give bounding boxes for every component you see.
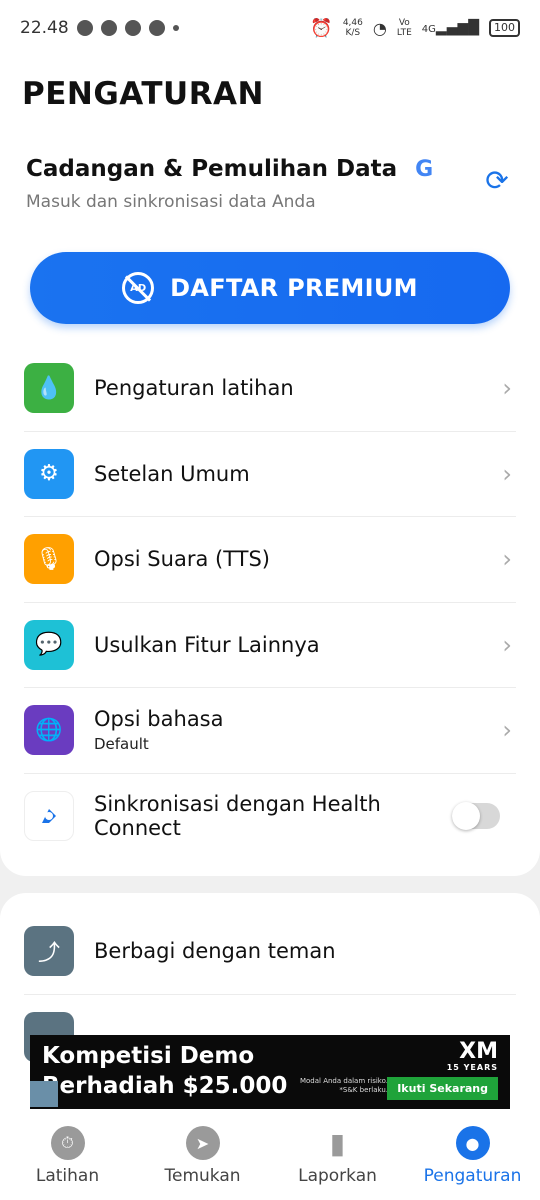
xm-logo: XM 15 YEARS bbox=[446, 1039, 498, 1073]
alarm-icon: ⏰ bbox=[310, 17, 333, 39]
nav-label: Temukan bbox=[164, 1166, 241, 1186]
nav-label: Latihan bbox=[35, 1166, 100, 1186]
microphone-icon: 🎙 bbox=[24, 534, 74, 585]
menu-label: Usulkan Fitur Lainnya bbox=[94, 632, 320, 657]
health-connect-icon bbox=[24, 791, 74, 842]
menu-label: Pengaturan latihan bbox=[94, 376, 294, 401]
status-time: 22.48 bbox=[20, 18, 69, 38]
wifi-icon: ◔ bbox=[372, 18, 387, 38]
menu-item-suggest-features[interactable]: 💬 Usulkan Fitur Lainnya › bbox=[24, 603, 516, 688]
ad-disclaimer: Modal Anda dalam risiko. *S&K berlaku. bbox=[299, 1077, 388, 1094]
discord-icon bbox=[124, 20, 141, 36]
bottom-nav: ⏱ Latihan ➤ Temukan ▮ Laporkan ● Pengatu… bbox=[0, 1112, 540, 1200]
menu-item-general-settings[interactable]: ⚙ Setelan Umum › bbox=[24, 432, 516, 517]
nav-item-settings[interactable]: ● Pengaturan bbox=[405, 1112, 540, 1200]
compass-icon: ➤ bbox=[185, 1126, 220, 1160]
menu-label: Opsi bahasa bbox=[94, 707, 224, 732]
nav-label: Pengaturan bbox=[423, 1166, 522, 1186]
whatsapp-icon bbox=[76, 20, 93, 36]
nav-item-workout[interactable]: ⏱ Latihan bbox=[0, 1112, 135, 1200]
menu-item-voice-options[interactable]: 🎙 Opsi Suara (TTS) › bbox=[24, 517, 516, 603]
gear-icon: ⚙ bbox=[24, 448, 74, 499]
menu-label: Sinkronisasi dengan Health Connect bbox=[94, 792, 381, 841]
globe-icon: 🌐 bbox=[24, 705, 74, 756]
chevron-right-icon: › bbox=[502, 630, 512, 659]
settings-menu: 💧 Pengaturan latihan › ⚙ Setelan Umum › … bbox=[24, 346, 516, 859]
premium-label: DAFTAR PREMIUM bbox=[170, 274, 418, 302]
network-speed: 4,46 K/S bbox=[342, 18, 363, 38]
page-title: PENGATURAN bbox=[22, 76, 264, 112]
sync-icon[interactable]: ⟳ bbox=[482, 166, 512, 196]
volte-indicator: Vo LTE bbox=[396, 18, 412, 38]
health-connect-toggle[interactable] bbox=[452, 802, 500, 831]
backup-subtitle[interactable]: Masuk dan sinkronisasi data Anda bbox=[26, 192, 316, 212]
person-icon: ● bbox=[455, 1126, 490, 1160]
chevron-right-icon: › bbox=[502, 716, 512, 745]
menu-label: Berbagi dengan teman bbox=[94, 939, 336, 964]
ad-choices-icon[interactable] bbox=[30, 1081, 58, 1107]
battery-indicator: 100 bbox=[489, 19, 520, 37]
water-drop-icon: 💧 bbox=[24, 363, 74, 414]
backup-title-text: Cadangan & Pemulihan Data bbox=[26, 156, 398, 182]
menu-sublabel: Default bbox=[94, 735, 149, 754]
chat-bubble-icon: 💬 bbox=[24, 619, 74, 670]
stopwatch-icon: ⏱ bbox=[50, 1126, 85, 1160]
chevron-right-icon: › bbox=[502, 374, 512, 403]
app-notification-icon bbox=[148, 20, 165, 36]
share-icon: ⤴ bbox=[24, 926, 74, 977]
menu-label: Setelan Umum bbox=[94, 461, 250, 486]
menu-item-language-options[interactable]: 🌐 Opsi bahasa Default › bbox=[24, 688, 516, 774]
nav-label: Laporkan bbox=[298, 1166, 377, 1186]
menu-item-health-connect[interactable]: Sinkronisasi dengan Health Connect bbox=[24, 774, 516, 860]
ad-headline: Kompetisi Demo bbox=[42, 1043, 255, 1069]
toggle-knob bbox=[452, 802, 480, 831]
no-ads-icon: AD bbox=[122, 272, 155, 304]
menu-item-share[interactable]: ⤴ Berbagi dengan teman bbox=[24, 909, 516, 995]
bar-chart-icon: ▮ bbox=[329, 1126, 346, 1160]
premium-button[interactable]: AD DAFTAR PREMIUM bbox=[30, 252, 510, 324]
menu-label: Opsi Suara (TTS) bbox=[94, 547, 270, 572]
ad-subheadline: Berhadiah $25.000 bbox=[42, 1073, 288, 1099]
chevron-right-icon: › bbox=[502, 459, 512, 488]
ad-banner[interactable]: Kompetisi Demo Berhadiah $25.000 XM 15 Y… bbox=[30, 1035, 510, 1109]
google-icon: G bbox=[415, 156, 434, 182]
nav-item-reports[interactable]: ▮ Laporkan bbox=[270, 1112, 405, 1200]
more-notifications-icon bbox=[172, 25, 179, 31]
telegram-icon bbox=[100, 20, 117, 36]
ad-cta-button[interactable]: Ikuti Sekarang bbox=[387, 1077, 498, 1100]
signal-indicator: 4G▂▄▆█ bbox=[421, 20, 479, 36]
nav-item-discover[interactable]: ➤ Temukan bbox=[135, 1112, 270, 1200]
chevron-right-icon: › bbox=[502, 545, 512, 574]
backup-title[interactable]: Cadangan & Pemulihan Data G bbox=[26, 156, 437, 182]
status-bar: 22.48 ⏰ 4,46 K/S ◔ Vo LTE 4G▂▄▆█ 100 bbox=[0, 0, 540, 56]
menu-item-workout-settings[interactable]: 💧 Pengaturan latihan › bbox=[24, 346, 516, 432]
settings-card: PENGATURAN Cadangan & Pemulihan Data G M… bbox=[0, 56, 540, 876]
